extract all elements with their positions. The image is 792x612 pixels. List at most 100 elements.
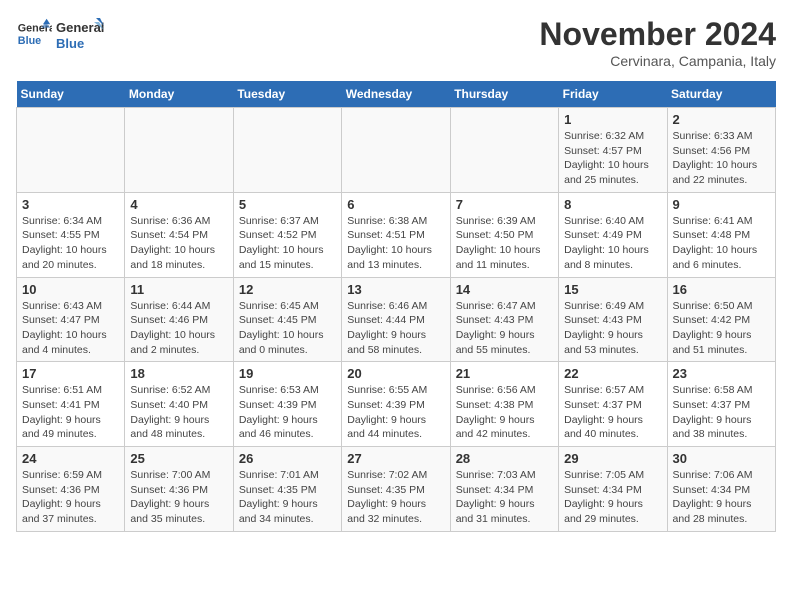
logo: General Blue General Blue bbox=[16, 16, 104, 54]
calendar-cell: 1 Sunrise: 6:32 AM Sunset: 4:57 PM Daylig… bbox=[559, 108, 667, 193]
day-number: 29 bbox=[564, 451, 661, 466]
day-info: Sunrise: 6:47 AM Sunset: 4:43 PM Dayligh… bbox=[456, 299, 553, 358]
day-number: 10 bbox=[22, 282, 119, 297]
weekday-header-tuesday: Tuesday bbox=[233, 81, 341, 108]
svg-text:Blue: Blue bbox=[56, 36, 84, 51]
day-info: Sunrise: 6:55 AM Sunset: 4:39 PM Dayligh… bbox=[347, 383, 444, 442]
day-info: Sunrise: 6:37 AM Sunset: 4:52 PM Dayligh… bbox=[239, 214, 336, 273]
day-info: Sunrise: 7:02 AM Sunset: 4:35 PM Dayligh… bbox=[347, 468, 444, 527]
day-info: Sunrise: 6:44 AM Sunset: 4:46 PM Dayligh… bbox=[130, 299, 227, 358]
day-info: Sunrise: 6:40 AM Sunset: 4:49 PM Dayligh… bbox=[564, 214, 661, 273]
day-info: Sunrise: 6:43 AM Sunset: 4:47 PM Dayligh… bbox=[22, 299, 119, 358]
calendar-cell: 30Sunrise: 7:06 AM Sunset: 4:34 PM Dayli… bbox=[667, 447, 775, 532]
day-info: Sunrise: 6:56 AM Sunset: 4:38 PM Dayligh… bbox=[456, 383, 553, 442]
calendar-cell: 10 Sunrise: 6:43 AM Sunset: 4:47 PM Dayli… bbox=[17, 277, 125, 362]
logo-icon: General Blue bbox=[16, 17, 52, 53]
day-number: 25 bbox=[130, 451, 227, 466]
week-row-4: 17 Sunrise: 6:51 AM Sunset: 4:41 PM Dayli… bbox=[17, 362, 776, 447]
day-number: 11 bbox=[130, 282, 227, 297]
calendar-cell: 27 Sunrise: 7:02 AM Sunset: 4:35 PM Dayli… bbox=[342, 447, 450, 532]
calendar-cell: 4 Sunrise: 6:36 AM Sunset: 4:54 PM Daylig… bbox=[125, 192, 233, 277]
day-info: Sunrise: 6:45 AM Sunset: 4:45 PM Dayligh… bbox=[239, 299, 336, 358]
day-number: 8 bbox=[564, 197, 661, 212]
weekday-header-sunday: Sunday bbox=[17, 81, 125, 108]
calendar-cell: 14 Sunrise: 6:47 AM Sunset: 4:43 PM Dayli… bbox=[450, 277, 558, 362]
day-number: 23 bbox=[673, 366, 770, 381]
day-number: 19 bbox=[239, 366, 336, 381]
day-number: 5 bbox=[239, 197, 336, 212]
day-number: 17 bbox=[22, 366, 119, 381]
week-row-1: 1 Sunrise: 6:32 AM Sunset: 4:57 PM Daylig… bbox=[17, 108, 776, 193]
week-row-5: 24 Sunrise: 6:59 AM Sunset: 4:36 PM Dayli… bbox=[17, 447, 776, 532]
day-number: 21 bbox=[456, 366, 553, 381]
week-row-3: 10 Sunrise: 6:43 AM Sunset: 4:47 PM Dayli… bbox=[17, 277, 776, 362]
day-number: 28 bbox=[456, 451, 553, 466]
day-number: 12 bbox=[239, 282, 336, 297]
calendar-cell: 29 Sunrise: 7:05 AM Sunset: 4:34 PM Dayli… bbox=[559, 447, 667, 532]
location-subtitle: Cervinara, Campania, Italy bbox=[539, 53, 776, 69]
day-info: Sunrise: 6:58 AM Sunset: 4:37 PM Dayligh… bbox=[673, 383, 770, 442]
day-info: Sunrise: 6:53 AM Sunset: 4:39 PM Dayligh… bbox=[239, 383, 336, 442]
calendar-cell: 26 Sunrise: 7:01 AM Sunset: 4:35 PM Dayli… bbox=[233, 447, 341, 532]
calendar-cell: 16 Sunrise: 6:50 AM Sunset: 4:42 PM Dayli… bbox=[667, 277, 775, 362]
day-number: 1 bbox=[564, 112, 661, 127]
day-info: Sunrise: 6:41 AM Sunset: 4:48 PM Dayligh… bbox=[673, 214, 770, 273]
day-number: 7 bbox=[456, 197, 553, 212]
calendar-cell bbox=[125, 108, 233, 193]
day-info: Sunrise: 6:38 AM Sunset: 4:51 PM Dayligh… bbox=[347, 214, 444, 273]
day-number: 16 bbox=[673, 282, 770, 297]
day-info: Sunrise: 6:32 AM Sunset: 4:57 PM Dayligh… bbox=[564, 129, 661, 188]
day-number: 3 bbox=[22, 197, 119, 212]
day-number: 26 bbox=[239, 451, 336, 466]
calendar-cell: 8 Sunrise: 6:40 AM Sunset: 4:49 PM Daylig… bbox=[559, 192, 667, 277]
weekday-header-friday: Friday bbox=[559, 81, 667, 108]
month-title: November 2024 bbox=[539, 16, 776, 53]
day-info: Sunrise: 6:34 AM Sunset: 4:55 PM Dayligh… bbox=[22, 214, 119, 273]
day-number: 13 bbox=[347, 282, 444, 297]
day-info: Sunrise: 6:51 AM Sunset: 4:41 PM Dayligh… bbox=[22, 383, 119, 442]
day-info: Sunrise: 6:39 AM Sunset: 4:50 PM Dayligh… bbox=[456, 214, 553, 273]
day-info: Sunrise: 7:01 AM Sunset: 4:35 PM Dayligh… bbox=[239, 468, 336, 527]
day-info: Sunrise: 6:49 AM Sunset: 4:43 PM Dayligh… bbox=[564, 299, 661, 358]
calendar-cell: 23 Sunrise: 6:58 AM Sunset: 4:37 PM Dayli… bbox=[667, 362, 775, 447]
day-number: 2 bbox=[673, 112, 770, 127]
calendar-cell bbox=[233, 108, 341, 193]
day-number: 22 bbox=[564, 366, 661, 381]
weekday-header-saturday: Saturday bbox=[667, 81, 775, 108]
calendar-cell: 9 Sunrise: 6:41 AM Sunset: 4:48 PM Daylig… bbox=[667, 192, 775, 277]
day-number: 4 bbox=[130, 197, 227, 212]
calendar-cell: 20 Sunrise: 6:55 AM Sunset: 4:39 PM Dayli… bbox=[342, 362, 450, 447]
title-block: November 2024 Cervinara, Campania, Italy bbox=[539, 16, 776, 69]
day-number: 24 bbox=[22, 451, 119, 466]
day-info: Sunrise: 6:46 AM Sunset: 4:44 PM Dayligh… bbox=[347, 299, 444, 358]
day-number: 30 bbox=[673, 451, 770, 466]
calendar-table: SundayMondayTuesdayWednesdayThursdayFrid… bbox=[16, 81, 776, 532]
day-info: Sunrise: 6:33 AM Sunset: 4:56 PM Dayligh… bbox=[673, 129, 770, 188]
day-number: 9 bbox=[673, 197, 770, 212]
day-info: Sunrise: 7:05 AM Sunset: 4:34 PM Dayligh… bbox=[564, 468, 661, 527]
week-row-2: 3 Sunrise: 6:34 AM Sunset: 4:55 PM Daylig… bbox=[17, 192, 776, 277]
calendar-cell: 24 Sunrise: 6:59 AM Sunset: 4:36 PM Dayli… bbox=[17, 447, 125, 532]
calendar-cell: 5 Sunrise: 6:37 AM Sunset: 4:52 PM Daylig… bbox=[233, 192, 341, 277]
weekday-header-thursday: Thursday bbox=[450, 81, 558, 108]
calendar-cell: 7 Sunrise: 6:39 AM Sunset: 4:50 PM Daylig… bbox=[450, 192, 558, 277]
calendar-cell: 2 Sunrise: 6:33 AM Sunset: 4:56 PM Daylig… bbox=[667, 108, 775, 193]
calendar-cell: 15Sunrise: 6:49 AM Sunset: 4:43 PM Dayli… bbox=[559, 277, 667, 362]
day-info: Sunrise: 7:00 AM Sunset: 4:36 PM Dayligh… bbox=[130, 468, 227, 527]
weekday-header-row: SundayMondayTuesdayWednesdayThursdayFrid… bbox=[17, 81, 776, 108]
calendar-cell: 19 Sunrise: 6:53 AM Sunset: 4:39 PM Dayli… bbox=[233, 362, 341, 447]
day-info: Sunrise: 6:36 AM Sunset: 4:54 PM Dayligh… bbox=[130, 214, 227, 273]
day-info: Sunrise: 6:59 AM Sunset: 4:36 PM Dayligh… bbox=[22, 468, 119, 527]
day-info: Sunrise: 6:50 AM Sunset: 4:42 PM Dayligh… bbox=[673, 299, 770, 358]
day-number: 27 bbox=[347, 451, 444, 466]
day-number: 14 bbox=[456, 282, 553, 297]
calendar-cell bbox=[450, 108, 558, 193]
day-number: 20 bbox=[347, 366, 444, 381]
calendar-cell: 12 Sunrise: 6:45 AM Sunset: 4:45 PM Dayli… bbox=[233, 277, 341, 362]
weekday-header-monday: Monday bbox=[125, 81, 233, 108]
calendar-cell: 3 Sunrise: 6:34 AM Sunset: 4:55 PM Daylig… bbox=[17, 192, 125, 277]
calendar-cell: 28Sunrise: 7:03 AM Sunset: 4:34 PM Dayli… bbox=[450, 447, 558, 532]
svg-text:Blue: Blue bbox=[18, 35, 41, 47]
calendar-cell: 13 Sunrise: 6:46 AM Sunset: 4:44 PM Dayli… bbox=[342, 277, 450, 362]
calendar-cell: 22Sunrise: 6:57 AM Sunset: 4:37 PM Dayli… bbox=[559, 362, 667, 447]
